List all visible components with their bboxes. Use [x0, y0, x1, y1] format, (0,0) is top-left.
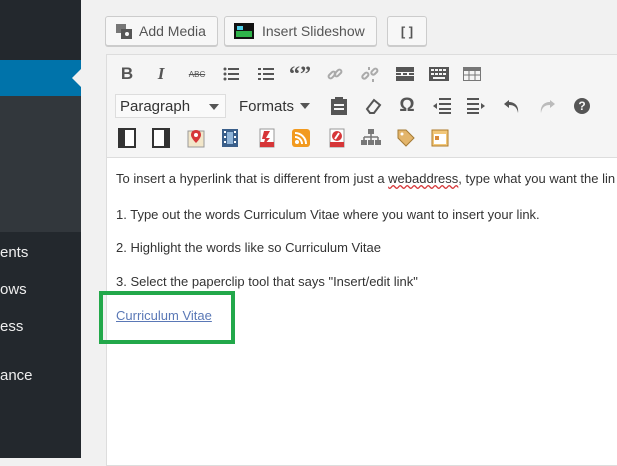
misspelled-word: webaddress [388, 171, 459, 186]
highlight-box [99, 291, 235, 344]
bullet-list-icon [223, 67, 239, 81]
sidebar-item-appearance[interactable]: ance [0, 367, 33, 384]
bold-button[interactable]: B [115, 63, 139, 85]
sidebar-item-active[interactable] [0, 60, 81, 96]
help-icon: ? [574, 98, 590, 114]
editor: B I ABC “” Paragraph Formats Ω ? [106, 54, 617, 466]
eraser-icon [365, 98, 382, 114]
help-button[interactable]: ? [570, 95, 594, 117]
active-indicator [72, 69, 81, 87]
swf-icon [329, 128, 345, 148]
intro-text: To insert a hyperlink that is different … [116, 171, 389, 186]
paragraph-intro: To insert a hyperlink that is different … [116, 171, 615, 186]
fullscreen-icon: [ ] [400, 23, 414, 39]
numbered-list-icon [258, 68, 274, 80]
slideshow-icon [234, 23, 254, 39]
sidebar-item-access[interactable]: ess [0, 318, 23, 335]
read-more-button[interactable] [393, 63, 417, 85]
redo-icon [540, 100, 555, 113]
swf-button[interactable] [325, 127, 349, 149]
film-icon [222, 129, 238, 147]
unlink-button[interactable] [358, 63, 382, 85]
paragraph-step-1: 1. Type out the words Curriculum Vitae w… [116, 207, 540, 222]
insert-slideshow-label: Insert Slideshow [262, 23, 365, 39]
admin-sidebar: ents ows ess ance [0, 0, 81, 458]
indent-icon [467, 98, 485, 114]
paragraph-step-2: 2. Highlight the words like so Curriculu… [116, 240, 381, 255]
strikethrough-button[interactable]: ABC [185, 63, 209, 85]
page-break-button[interactable] [149, 127, 173, 149]
video-button[interactable] [218, 127, 242, 149]
sidebar-submenu [0, 96, 81, 232]
table-button[interactable] [460, 63, 484, 85]
fullscreen-button[interactable]: [ ] [387, 16, 427, 46]
map-button[interactable] [184, 127, 208, 149]
clipboard-icon [331, 97, 347, 115]
link-icon [327, 68, 343, 80]
media-icon [115, 22, 133, 40]
window-icon [431, 129, 449, 147]
sitemap-icon [361, 129, 381, 145]
formats-menu[interactable]: Formats [239, 94, 319, 118]
clear-formatting-button[interactable] [361, 95, 385, 117]
undo-button[interactable] [500, 95, 524, 117]
table-icon [463, 67, 481, 81]
rss-button[interactable] [289, 127, 313, 149]
paste-as-text-button[interactable] [327, 95, 351, 117]
map-pin-icon [187, 130, 205, 148]
formats-label: Formats [239, 97, 295, 115]
add-media-label: Add Media [139, 23, 206, 39]
tag-button[interactable] [394, 127, 418, 149]
page-split-icon [118, 128, 136, 148]
undo-icon [504, 100, 519, 113]
paragraph-format-value: Paragraph [120, 97, 191, 115]
paragraph-step-3: 3. Select the paperclip tool that says "… [116, 274, 418, 289]
blockquote-button[interactable]: “” [288, 61, 312, 86]
flash-video-button[interactable] [255, 127, 279, 149]
flv-icon [259, 128, 275, 148]
insert-link-button[interactable] [323, 63, 347, 85]
bullet-list-button[interactable] [219, 63, 243, 85]
sidebar-item-comments[interactable]: ents [0, 244, 28, 261]
add-media-button[interactable]: Add Media [105, 16, 218, 46]
page-layout-button[interactable] [115, 127, 139, 149]
special-character-button[interactable]: Ω [395, 95, 419, 117]
tag-icon [397, 129, 415, 147]
keyboard-icon [429, 67, 449, 81]
sidebar-item-windows[interactable]: ows [0, 281, 27, 298]
redo-button[interactable] [535, 95, 559, 117]
page-icon [152, 128, 170, 148]
sitemap-button[interactable] [359, 127, 383, 149]
dropdown-arrow-icon [300, 103, 311, 109]
numbered-list-button[interactable] [254, 63, 278, 85]
editor-toolbar: B I ABC “” Paragraph Formats Ω ? [107, 55, 617, 158]
unlink-icon [361, 67, 379, 82]
sidebar-top [0, 0, 81, 60]
toolbar-toggle-button[interactable] [427, 63, 451, 85]
indent-button[interactable] [464, 95, 488, 117]
outdent-button[interactable] [430, 95, 454, 117]
widget-button[interactable] [428, 127, 452, 149]
dropdown-arrow-icon [209, 104, 219, 110]
intro-text-end: , type what you want the lin [458, 171, 616, 186]
read-more-icon [396, 67, 414, 81]
italic-button[interactable]: I [149, 63, 173, 85]
outdent-icon [433, 98, 451, 114]
rss-icon [292, 129, 310, 147]
paragraph-format-select[interactable]: Paragraph [115, 94, 226, 118]
insert-slideshow-button[interactable]: Insert Slideshow [224, 16, 377, 46]
